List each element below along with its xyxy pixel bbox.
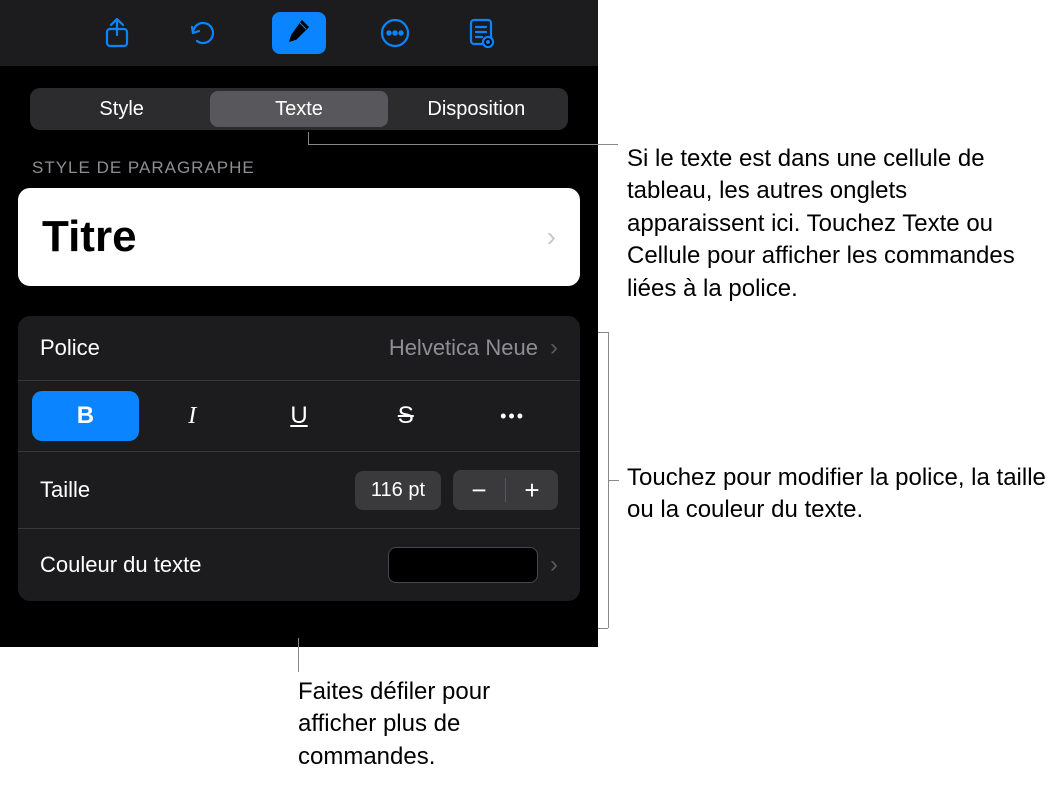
format-panel: Style Texte Disposition STYLE DE PARAGRA… (0, 0, 598, 647)
more-format-button[interactable]: ••• (459, 391, 566, 441)
view-icon[interactable] (464, 16, 498, 50)
size-value[interactable]: 116 pt (355, 471, 441, 510)
top-toolbar (0, 0, 598, 66)
paragraph-style-header: STYLE DE PARAGRAPHE (32, 158, 566, 178)
callout-line (308, 132, 309, 144)
callout-font-block: Touchez pour modifier la police, la tail… (627, 462, 1057, 527)
callout-scroll: Faites défiler pour afficher plus de com… (298, 676, 558, 773)
more-icon[interactable] (378, 16, 412, 50)
format-icon[interactable] (272, 12, 326, 54)
tab-layout[interactable]: Disposition (388, 91, 565, 127)
callout-line (598, 628, 608, 629)
format-tabs: Style Texte Disposition (30, 88, 568, 130)
size-decrease-button[interactable]: − (453, 470, 505, 510)
callout-tabs: Si le texte est dans une cellule de tabl… (627, 143, 1047, 305)
size-increase-button[interactable]: + (506, 470, 558, 510)
underline-button[interactable]: U (246, 391, 353, 441)
font-row[interactable]: Police Helvetica Neue › (18, 316, 580, 381)
text-color-swatch[interactable] (388, 547, 538, 583)
chevron-right-icon: › (550, 551, 558, 579)
callout-line (598, 332, 608, 333)
text-color-row[interactable]: Couleur du texte › (18, 529, 580, 601)
chevron-right-icon: › (550, 334, 558, 362)
callout-line (308, 144, 618, 145)
text-color-label: Couleur du texte (40, 552, 201, 578)
tab-text[interactable]: Texte (210, 91, 387, 127)
tab-style[interactable]: Style (33, 91, 210, 127)
callout-line (608, 480, 619, 481)
callout-line (298, 638, 299, 672)
text-format-row: B I U S ••• (18, 381, 580, 452)
size-label: Taille (40, 477, 90, 503)
paragraph-style-value: Titre (42, 212, 137, 262)
strikethrough-button[interactable]: S (352, 391, 459, 441)
size-row: Taille 116 pt − + (18, 452, 580, 529)
paragraph-style-row[interactable]: Titre › (18, 188, 580, 286)
undo-icon[interactable] (186, 16, 220, 50)
share-icon[interactable] (100, 16, 134, 50)
chevron-right-icon: › (547, 221, 556, 253)
font-label: Police (40, 335, 100, 361)
size-stepper: − + (453, 470, 558, 510)
text-settings-block: Police Helvetica Neue › B I U S ••• Tail… (18, 316, 580, 601)
italic-button[interactable]: I (139, 391, 246, 441)
font-value: Helvetica Neue (389, 335, 538, 361)
bold-button[interactable]: B (32, 391, 139, 441)
